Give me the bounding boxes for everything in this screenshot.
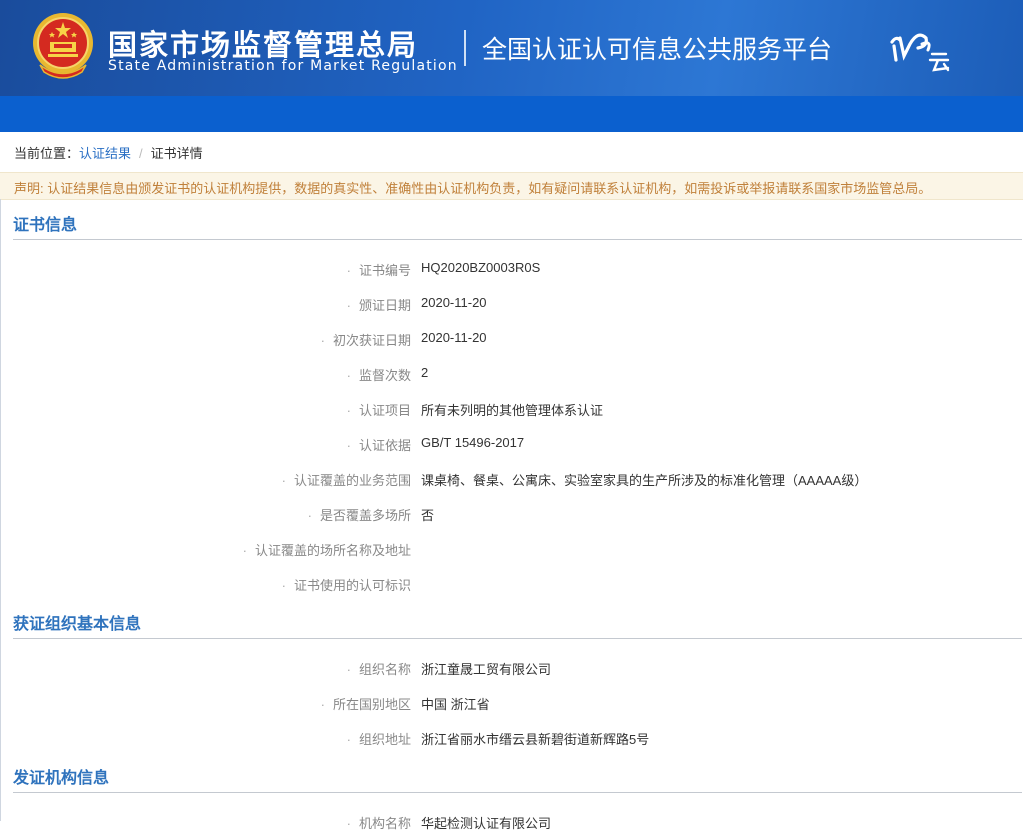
national-emblem-icon <box>33 13 93 79</box>
info-row: · 所在国别地区 中国 浙江省 <box>1 692 1022 712</box>
bullet-dot-icon: · <box>320 333 325 348</box>
info-row-label-text: 认证覆盖的业务范围 <box>293 473 411 488</box>
info-row-label: · 认证覆盖的业务范围 <box>282 470 411 489</box>
info-row-value: 中国 浙江省 <box>421 697 490 712</box>
breadcrumb-separator: / <box>139 146 143 161</box>
info-row-label: · 认证依据 <box>347 435 411 454</box>
info-row-label-text: 证书使用的认可标识 <box>293 578 411 593</box>
info-row-label-text: 认证覆盖的场所名称及地址 <box>254 543 411 558</box>
info-row-value: 2 <box>421 365 429 380</box>
info-row: · 组织地址 浙江省丽水市缙云县新碧街道新辉路5号 <box>1 727 1022 747</box>
bullet-dot-icon: · <box>320 697 325 712</box>
bullet-dot-icon: · <box>346 368 351 383</box>
info-row-label-text: 组织地址 <box>358 732 411 747</box>
info-row: · 初次获证日期 2020-11-20 <box>1 328 1022 348</box>
info-row: · 证书编号 HQ2020BZ0003R0S <box>1 258 1022 278</box>
info-row-label-text: 认证项目 <box>358 403 411 418</box>
info-row-label: · 监督次数 <box>347 365 411 384</box>
bullet-dot-icon: · <box>346 438 351 453</box>
info-row-label: · 机构名称 <box>347 813 411 832</box>
bullet-dot-icon: · <box>346 403 351 418</box>
info-row-label-text: 证书编号 <box>358 263 411 278</box>
breadcrumb-current: 证书详情 <box>150 146 203 161</box>
info-row-value: 所有未列明的其他管理体系认证 <box>421 403 604 418</box>
info-row: · 认证覆盖的场所名称及地址 <box>1 538 1022 558</box>
platform-title: 全国认证认可信息公共服务平台 <box>482 35 833 64</box>
header-nav-bar <box>0 96 1023 132</box>
info-row-label-text: 颁证日期 <box>358 298 411 313</box>
info-row: · 机构名称 华起检测认证有限公司 <box>1 811 1022 831</box>
info-row-value: GB/T 15496-2017 <box>421 435 525 450</box>
info-row: · 是否覆盖多场所否 <box>1 503 1022 523</box>
info-row-label: · 认证覆盖的场所名称及地址 <box>243 540 411 559</box>
info-row-label-text: 所在国别地区 <box>332 697 411 712</box>
info-row-label: · 组织名称 <box>347 659 411 678</box>
bullet-dot-icon: · <box>242 543 247 558</box>
bullet-dot-icon: · <box>346 816 351 831</box>
bullet-dot-icon: · <box>346 732 351 747</box>
breadcrumb-prefix: 当前位置： <box>14 146 80 161</box>
info-row-label-text: 是否覆盖多场所 <box>319 508 411 523</box>
info-row-label-text: 初次获证日期 <box>332 333 411 348</box>
section-divider <box>13 239 1022 240</box>
renzheng-yun-logo[interactable] <box>888 26 954 74</box>
info-row-value: 浙江童晟工贸有限公司 <box>421 662 552 677</box>
info-row-label: · 所在国别地区 <box>321 694 411 713</box>
section-title-organization-info: 获证组织基本信息 <box>13 616 142 633</box>
section-title-issuer-info: 发证机构信息 <box>13 770 110 787</box>
bullet-dot-icon: · <box>346 298 351 313</box>
info-row: · 颁证日期 2020-11-20 <box>1 293 1022 313</box>
info-row-label: · 初次获证日期 <box>321 330 411 349</box>
info-row: · 认证项目 所有未列明的其他管理体系认证 <box>1 398 1022 418</box>
info-row: · 证书使用的认可标识 <box>1 573 1022 593</box>
info-row-label-text: 机构名称 <box>358 816 411 831</box>
info-row: · 认证覆盖的业务范围 课桌椅、餐桌、公寓床、实验室家具的生产所涉及的标准化管理（A… <box>1 468 1022 488</box>
disclaimer-text: 声明: 认证结果信息由颁发证书的认证机构提供，数据的真实性、准确性由认证机构负责… <box>14 181 932 196</box>
info-row-value: 课桌椅、餐桌、公寓床、实验室家具的生产所涉及的标准化管理（AAAAA级） <box>421 473 868 488</box>
section-divider <box>13 792 1022 793</box>
info-row-value: 华起检测认证有限公司 <box>421 816 552 831</box>
breadcrumb: 当前位置：认证结果 / 证书详情 <box>14 143 203 162</box>
info-row-value: HQ2020BZ0003R0S <box>421 260 541 275</box>
bullet-dot-icon: · <box>281 578 286 593</box>
info-row-label: · 认证项目 <box>347 400 411 419</box>
info-row-label: · 是否覆盖多场所 <box>308 505 411 524</box>
info-row-value: 浙江省丽水市缙云县新碧街道新辉路5号 <box>421 732 650 747</box>
section-title-certificate-info: 证书信息 <box>13 217 78 234</box>
site-header: 国家市场监督管理总局 State Administration for Mark… <box>0 0 1023 132</box>
info-row-label-text: 监督次数 <box>358 368 411 383</box>
breadcrumb-link-results[interactable]: 认证结果 <box>79 146 131 161</box>
info-row-label-text: 组织名称 <box>358 662 411 677</box>
agency-name-en: State Administration for Market Regulati… <box>108 58 458 74</box>
info-row-value: 否 <box>421 508 435 523</box>
info-row-label: · 颁证日期 <box>347 295 411 314</box>
header-divider <box>464 30 466 66</box>
info-row: · 组织名称 浙江童晟工贸有限公司 <box>1 657 1022 677</box>
detail-panel: 证书信息 · 证书编号 HQ2020BZ0003R0S · 颁证日期 2020-11-20 ·… <box>0 199 1022 831</box>
info-row-label: · 证书使用的认可标识 <box>282 575 411 594</box>
bullet-dot-icon: · <box>281 473 286 488</box>
info-row-value: 2020-11-20 <box>421 295 487 310</box>
info-row: · 监督次数 2 <box>1 363 1022 383</box>
section-divider <box>13 638 1022 639</box>
disclaimer-bar: 声明: 认证结果信息由颁发证书的认证机构提供，数据的真实性、准确性由认证机构负责… <box>0 172 1023 200</box>
bullet-dot-icon: · <box>346 263 351 278</box>
info-row-label: · 组织地址 <box>347 729 411 748</box>
info-row-label-text: 认证依据 <box>358 438 411 453</box>
info-row: · 认证依据 GB/T 15496-2017 <box>1 433 1022 453</box>
bullet-dot-icon: · <box>307 508 312 523</box>
info-row-value: 2020-11-20 <box>421 330 487 345</box>
bullet-dot-icon: · <box>346 662 351 677</box>
info-row-label: · 证书编号 <box>347 260 411 279</box>
